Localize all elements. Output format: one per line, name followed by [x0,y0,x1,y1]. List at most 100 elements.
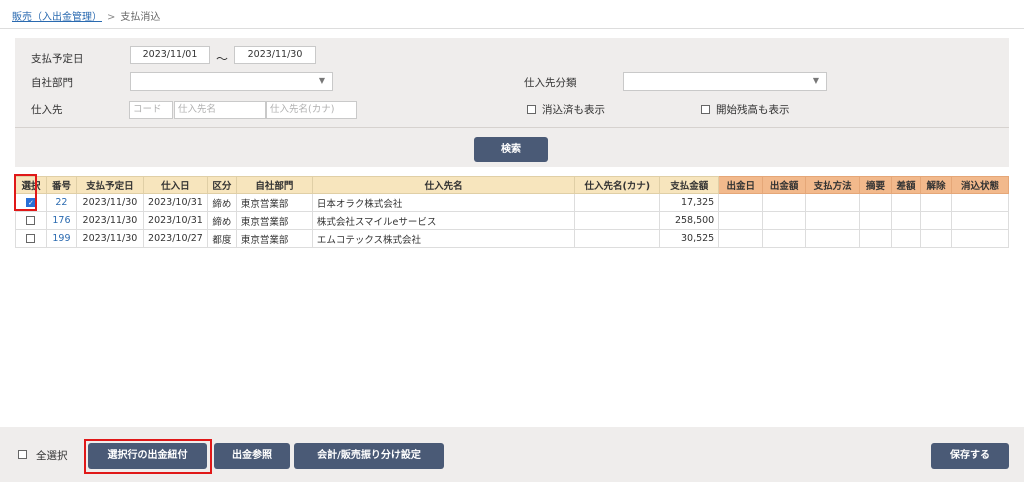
col-header-supplier-kana: 仕入先名(カナ) [574,176,661,194]
breadcrumb-parent-link[interactable]: 販売（入出金管理） [12,12,102,23]
caret-down-icon: ▼ [812,76,819,85]
row-due-date: 2023/11/30 [75,193,144,212]
col-header-status: 消込状態 [950,176,1010,194]
col-header-department: 自社部門 [235,176,313,194]
row-memo [859,193,893,212]
breadcrumb-current: 支払消込 [120,12,161,23]
link-payment-highlight [84,439,212,474]
col-header-pay-amount: 出金額 [762,176,807,194]
search-panel: 支払予定日 2023/11/01 ～ 2023/11/30 自社部門 ▼ 仕入先… [15,38,1009,167]
row-status [950,229,1010,248]
row-purchase-date: 2023/10/31 [142,193,208,212]
row-status [950,211,1010,230]
view-payment-button[interactable]: 出金参照 [214,443,290,469]
supplier-name-input[interactable]: 仕入先名 [174,101,266,119]
row-amount: 17,325 [659,193,720,212]
accounting-settings-button[interactable]: 会計/販売振り分け設定 [294,443,444,469]
supplier-class-label: 仕入先分類 [524,77,577,89]
col-header-memo: 摘要 [859,176,893,194]
search-panel-divider [15,127,1009,128]
table-row: 176 2023/11/30 2023/10/31 締め 東京営業部 株式会社ス… [15,211,1010,230]
table-row: 199 2023/11/30 2023/10/27 都度 東京営業部 エムコテッ… [15,229,1010,248]
table-row: ✓ 22 2023/11/30 2023/10/31 締め 東京営業部 日本オラ… [15,193,1010,212]
row-pay-date [718,229,764,248]
supplier-class-select[interactable]: ▼ [623,72,827,91]
col-header-pay-date: 出金日 [718,176,764,194]
row-supplier: 日本オラク株式会社 [311,193,576,212]
row-category: 都度 [206,229,237,248]
supplier-code-input[interactable]: コード [129,101,173,119]
breadcrumb-separator: > [107,12,116,23]
row-cancel [919,229,952,248]
col-header-due-date: 支払予定日 [75,176,144,194]
col-header-amount: 支払金額 [659,176,720,194]
due-date-label: 支払予定日 [31,53,84,65]
row-supplier: エムコテックス株式会社 [311,229,576,248]
row-pay-method [805,193,861,212]
row-supplier-kana [574,229,661,248]
row-supplier-kana [574,211,661,230]
row-select-checkbox[interactable] [26,234,36,243]
supplier-label: 仕入先 [31,104,63,116]
row-select-checkbox[interactable] [26,216,36,225]
row-department: 東京営業部 [235,193,313,212]
department-label: 自社部門 [31,77,73,89]
row-pay-method [805,229,861,248]
row-pay-amount [762,193,807,212]
row-diff [891,229,921,248]
date-range-tilde: ～ [216,52,229,66]
row-pay-amount [762,211,807,230]
row-pay-method [805,211,861,230]
row-amount: 30,525 [659,229,720,248]
row-department: 東京営業部 [235,211,313,230]
row-diff [891,193,921,212]
row-amount: 258,500 [659,211,720,230]
col-header-cancel: 解除 [919,176,952,194]
table-header-row: 選択 番号 支払予定日 仕入日 区分 自社部門 仕入先名 仕入先名(カナ) 支払… [15,176,1010,194]
select-all-checkbox[interactable] [18,450,27,459]
breadcrumb: 販売（入出金管理） > 支払消込 [12,8,160,23]
supplier-kana-input[interactable]: 仕入先名(カナ) [266,101,357,119]
payment-table: 選択 番号 支払予定日 仕入日 区分 自社部門 仕入先名 仕入先名(カナ) 支払… [15,176,1010,248]
col-header-diff: 差額 [891,176,921,194]
row-supplier: 株式会社スマイルeサービス [311,211,576,230]
show-cleared-label: 消込済も表示 [542,104,605,116]
date-to-input[interactable]: 2023/11/30 [234,46,316,64]
date-from-input[interactable]: 2023/11/01 [130,46,210,64]
row-number-link[interactable]: 22 [45,193,77,212]
caret-down-icon: ▼ [318,76,325,85]
show-opening-checkbox[interactable] [701,105,710,114]
col-header-purchase-date: 仕入日 [142,176,208,194]
row-category: 締め [206,193,237,212]
row-cancel [919,193,952,212]
row-number-link[interactable]: 199 [45,229,77,248]
show-cleared-checkbox[interactable] [527,105,536,114]
col-header-category: 区分 [206,176,237,194]
header-divider [0,28,1024,29]
department-select[interactable]: ▼ [130,72,333,91]
row-pay-amount [762,229,807,248]
col-header-pay-method: 支払方法 [805,176,861,194]
row-memo [859,211,893,230]
row-category: 締め [206,211,237,230]
row-pay-date [718,193,764,212]
col-header-supplier: 仕入先名 [311,176,576,194]
row-department: 東京営業部 [235,229,313,248]
row-purchase-date: 2023/10/27 [142,229,208,248]
col-header-number: 番号 [45,176,77,194]
row-pay-date [718,211,764,230]
row-diff [891,211,921,230]
row-supplier-kana [574,193,661,212]
save-button[interactable]: 保存する [931,443,1009,469]
row-number-link[interactable]: 176 [45,211,77,230]
select-column-highlight [14,174,37,211]
show-opening-label: 開始残高も表示 [716,104,790,116]
row-due-date: 2023/11/30 [75,211,144,230]
row-cancel [919,211,952,230]
row-memo [859,229,893,248]
row-due-date: 2023/11/30 [75,229,144,248]
select-all-label: 全選択 [36,450,68,462]
bottom-action-bar: 全選択 選択行の出金紐付 出金参照 会計/販売振り分け設定 保存する [0,427,1024,482]
row-status [950,193,1010,212]
search-button[interactable]: 検索 [474,137,548,162]
